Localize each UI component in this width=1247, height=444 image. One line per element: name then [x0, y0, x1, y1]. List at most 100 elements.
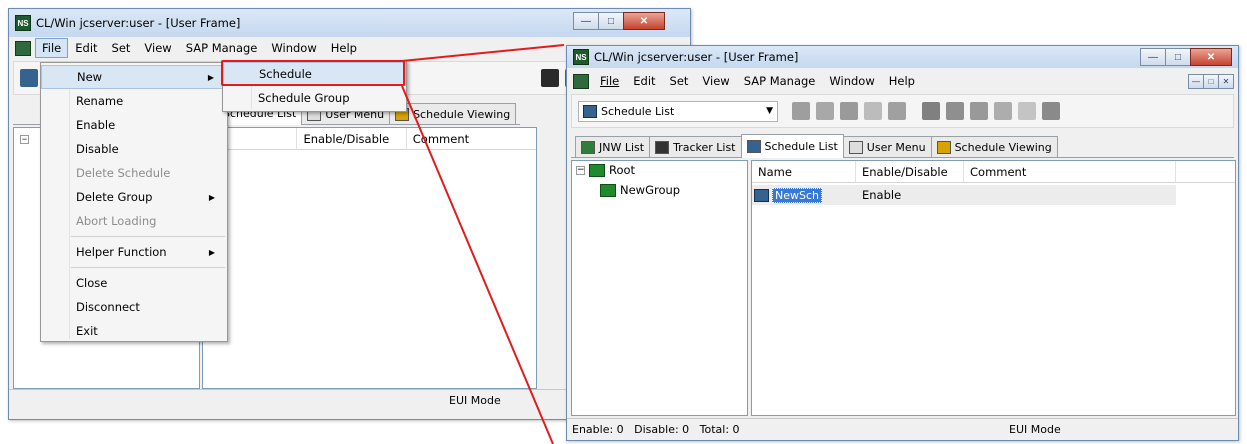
schedule-name-cell[interactable]: NewSch	[772, 187, 822, 203]
minimize-button[interactable]: —	[573, 12, 599, 30]
maximize-button[interactable]: □	[1165, 48, 1191, 66]
menu-item-delete-schedule: Delete Schedule	[76, 166, 171, 180]
menu-item-delete-group[interactable]: Delete Group ▶	[41, 185, 227, 209]
close-button[interactable]: ✕	[623, 12, 665, 30]
mdi-doc-icon[interactable]	[15, 40, 31, 56]
menu-item-new[interactable]: New ▶	[41, 65, 227, 89]
right-app-window: NS CL/Win jcserver:user - [User Frame] —…	[566, 45, 1239, 441]
mdi-minimize-button[interactable]: —	[1188, 73, 1204, 89]
left-list-view[interactable]: me Enable/Disable Comment	[202, 127, 537, 389]
mdi-doc-icon[interactable]	[573, 73, 589, 89]
menu-sap-manage[interactable]: SAP Manage	[737, 71, 823, 91]
menu-item-close[interactable]: Close	[41, 271, 227, 295]
menu-view[interactable]: View	[137, 38, 178, 58]
run-icon[interactable]	[1042, 102, 1060, 120]
right-tab-strip: JNW List Tracker List Schedule List User…	[571, 134, 1234, 158]
new-submenu: Schedule Schedule Group	[222, 60, 407, 112]
menu-item-schedule[interactable]: Schedule	[223, 62, 406, 86]
f1-icon[interactable]	[922, 102, 940, 120]
tab-jnw-list[interactable]: JNW List	[575, 136, 651, 157]
menu-help[interactable]: Help	[882, 71, 922, 91]
menu-file[interactable]: File	[35, 38, 69, 58]
maximize-button[interactable]: □	[598, 12, 624, 30]
tool-icon-2[interactable]	[816, 102, 834, 120]
submenu-arrow-icon: ▶	[207, 72, 214, 82]
menu-edit[interactable]: Edit	[626, 71, 662, 91]
app-logo-icon: NS	[15, 15, 31, 31]
network-icon	[581, 140, 595, 154]
left-window-title: CL/Win jcserver:user - [User Frame]	[36, 16, 241, 30]
menu-separator	[71, 236, 225, 237]
schedule-list-icon	[746, 140, 761, 153]
menu-item-helper-function[interactable]: Helper Function ▶	[41, 240, 227, 264]
grid-icon[interactable]	[1018, 102, 1036, 120]
tab-schedule-list[interactable]: Schedule List	[740, 134, 844, 158]
table-row[interactable]: NewSch Enable	[752, 185, 1176, 205]
menu-item-rename[interactable]: Rename	[41, 89, 227, 113]
schedule-icon	[754, 188, 769, 202]
file-menu-dropdown: New ▶ Rename Enable Disable Delete Schedu…	[40, 62, 228, 342]
menu-edit[interactable]: Edit	[68, 38, 104, 58]
menu-item-disable[interactable]: Disable	[41, 137, 227, 161]
status-mode: EUI Mode	[1009, 423, 1061, 436]
col-name[interactable]: Name	[752, 161, 856, 183]
tool-icon-5[interactable]	[888, 102, 906, 120]
tracker-icon	[655, 140, 670, 154]
menu-help[interactable]: Help	[324, 38, 364, 58]
right-title-bar[interactable]: NS CL/Win jcserver:user - [User Frame] —…	[567, 46, 1238, 68]
menu-view[interactable]: View	[695, 71, 736, 91]
right-status-bar: Enable: 0 Disable: 0 Total: 0 EUI Mode	[567, 418, 1238, 440]
mdi-restore-button[interactable]: □	[1203, 73, 1219, 89]
tool-icon-4[interactable]	[864, 102, 882, 120]
collapse-toggle-icon[interactable]: −	[576, 165, 585, 175]
tree-node-root[interactable]: − Root	[576, 163, 635, 177]
status-mode: EUI Mode	[449, 394, 501, 407]
schedule-edit-icon[interactable]	[994, 102, 1012, 120]
expand-toggle-icon[interactable]: −	[20, 135, 29, 144]
menu-item-disconnect[interactable]: Disconnect	[41, 295, 227, 319]
close-button[interactable]: ✕	[1190, 48, 1232, 66]
tool-icon-3[interactable]	[840, 102, 858, 120]
tool-icon-1[interactable]	[792, 102, 810, 120]
tab-schedule-viewing[interactable]: Schedule Viewing	[930, 136, 1058, 157]
menu-set[interactable]: Set	[105, 38, 138, 58]
submenu-arrow-icon: ▶	[208, 247, 215, 257]
minimize-button[interactable]: —	[1140, 48, 1166, 66]
right-tree-pane[interactable]: − Root NewGroup	[571, 160, 748, 416]
mdi-close-button[interactable]: ✕	[1218, 73, 1234, 89]
menu-window[interactable]: Window	[822, 71, 881, 91]
tab-tracker-list[interactable]: Tracker List	[649, 136, 742, 157]
menu-item-schedule-group[interactable]: Schedule Group	[223, 86, 406, 110]
schedule-state-cell: Enable	[862, 188, 902, 202]
right-list-view[interactable]: Name Enable/Disable Comment NewSch Enabl…	[751, 160, 1236, 416]
menu-item-enable[interactable]: Enable	[41, 113, 227, 137]
col-enable-disable[interactable]: Enable/Disable	[856, 161, 964, 183]
col-comment[interactable]: Comment	[407, 128, 536, 150]
menu-item-exit[interactable]: Exit	[41, 319, 227, 343]
tab-schedule-viewing[interactable]: Schedule Viewing	[389, 103, 517, 124]
tree-node-newgroup[interactable]: NewGroup	[600, 183, 680, 197]
menu-window[interactable]: Window	[264, 38, 323, 58]
f1-icon[interactable]	[541, 69, 559, 87]
col-comment[interactable]: Comment	[964, 161, 1176, 183]
schedule-list-icon[interactable]	[20, 69, 38, 87]
menu-set[interactable]: Set	[663, 71, 696, 91]
left-title-bar[interactable]: NS CL/Win jcserver:user - [User Frame] —…	[9, 9, 690, 37]
menu-file[interactable]: File	[593, 71, 626, 91]
tab-user-menu[interactable]: User Menu	[842, 136, 932, 157]
menu-separator	[71, 267, 225, 268]
app-logo-icon: NS	[573, 49, 589, 65]
submenu-arrow-icon: ▶	[208, 192, 215, 202]
view-selector-combo[interactable]: Schedule List ▼	[578, 100, 778, 122]
folder-icon[interactable]	[946, 102, 964, 120]
menu-sap-manage[interactable]: SAP Manage	[179, 38, 265, 58]
status-counts: Enable: 0 Disable: 0 Total: 0	[572, 423, 740, 436]
menu-item-abort-loading: Abort Loading	[76, 214, 157, 228]
col-enable-disable[interactable]: Enable/Disable	[297, 128, 407, 150]
user-menu-icon	[848, 140, 863, 154]
schedule-list-icon	[583, 104, 597, 118]
root-group-icon	[589, 163, 605, 177]
folder-move-icon[interactable]	[970, 102, 988, 120]
chevron-down-icon: ▼	[766, 106, 773, 116]
right-menu-bar: File Edit Set View SAP Manage Window Hel…	[567, 70, 1238, 92]
